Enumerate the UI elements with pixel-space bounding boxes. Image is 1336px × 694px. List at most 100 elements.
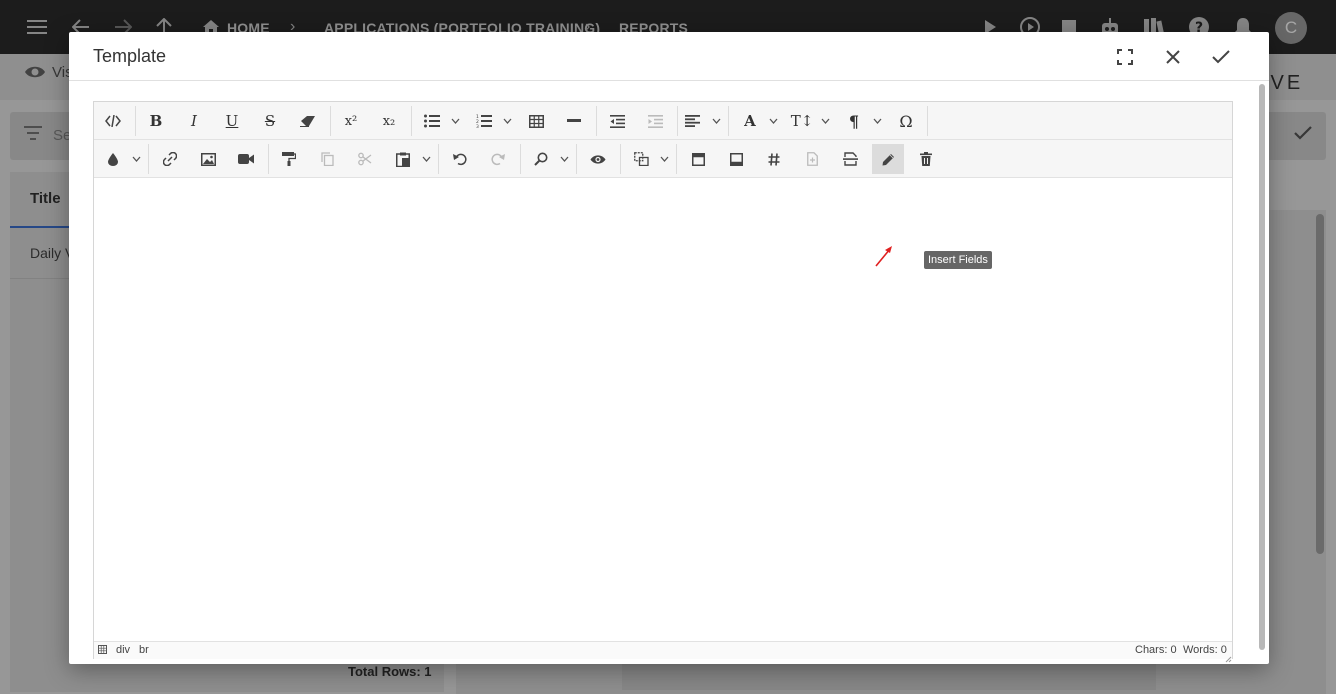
trash-icon: [920, 152, 932, 166]
redo-icon: [491, 153, 505, 166]
dialog-scrollbar[interactable]: [1259, 84, 1265, 650]
subscript-button[interactable]: x₂: [373, 106, 405, 136]
toolbar-separator: [676, 144, 677, 174]
eraser-icon: [300, 116, 315, 127]
toolbar-separator: [576, 144, 577, 174]
delete-button[interactable]: [910, 144, 942, 174]
chevron-down-icon[interactable]: [449, 112, 461, 130]
char-count: Chars: 0: [1135, 644, 1177, 656]
undo-icon: [453, 153, 467, 166]
select-all-button[interactable]: [625, 144, 657, 174]
toolbar-separator: [520, 144, 521, 174]
eye-icon: [590, 154, 606, 164]
page-break-button[interactable]: [834, 144, 866, 174]
chevron-down-icon[interactable]: [558, 150, 570, 168]
chevron-down-icon[interactable]: [767, 112, 779, 130]
bullet-list-button[interactable]: [416, 106, 448, 136]
toolbar-separator: [330, 106, 331, 136]
image-icon: [200, 152, 216, 166]
find-button[interactable]: [525, 144, 557, 174]
template-dialog: Template B I U S x² x₂ 1 2 3 A T↕ ¶ Ω di…: [69, 32, 1269, 664]
copy-button[interactable]: [311, 144, 343, 174]
code-view-button[interactable]: [97, 106, 129, 136]
insert-document-button[interactable]: [796, 144, 828, 174]
hashtag-icon: [768, 152, 780, 166]
horizontal-rule-icon: [567, 119, 581, 122]
toolbar-separator: [620, 144, 621, 174]
color-button[interactable]: [97, 144, 129, 174]
font-button[interactable]: A: [734, 106, 766, 136]
page-header-icon: [691, 152, 705, 166]
link-button[interactable]: [154, 144, 186, 174]
strikethrough-button[interactable]: S: [254, 106, 286, 136]
redo-button[interactable]: [482, 144, 514, 174]
toolbar-separator: [596, 106, 597, 136]
code-icon: [105, 115, 121, 127]
editor-statusbar: div br Chars: 0 Words: 0: [94, 641, 1232, 659]
editor-content-area[interactable]: [94, 179, 1232, 641]
footer-button[interactable]: [720, 144, 752, 174]
underline-button[interactable]: U: [216, 106, 248, 136]
horizontal-rule-button[interactable]: [558, 106, 590, 136]
bold-button[interactable]: B: [140, 106, 172, 136]
undo-button[interactable]: [444, 144, 476, 174]
header-button[interactable]: [682, 144, 714, 174]
preview-button[interactable]: [582, 144, 614, 174]
element-path-div[interactable]: div: [116, 644, 130, 656]
rich-text-editor: B I U S x² x₂ 123 A T↕ ¶ Ω div br Chars:…: [93, 101, 1233, 663]
element-path-br[interactable]: br: [139, 644, 149, 656]
chevron-down-icon[interactable]: [819, 112, 831, 130]
table-button[interactable]: [520, 106, 552, 136]
outdent-icon: [609, 114, 625, 128]
paste-button[interactable]: [387, 144, 419, 174]
italic-button[interactable]: I: [178, 106, 210, 136]
close-icon[interactable]: [1160, 44, 1186, 70]
table-icon: [528, 114, 544, 128]
numbered-list-icon: 123: [476, 114, 492, 128]
superscript-button[interactable]: x²: [335, 106, 367, 136]
chevron-down-icon[interactable]: [658, 150, 670, 168]
special-characters-button[interactable]: Ω: [890, 106, 922, 136]
insert-fields-tooltip: Insert Fields: [924, 251, 992, 269]
toolbar-separator: [411, 106, 412, 136]
indent-button[interactable]: [639, 106, 671, 136]
cut-button[interactable]: [349, 144, 381, 174]
annotation-arrow-icon: [874, 242, 896, 273]
toolbar-separator: [728, 106, 729, 136]
align-left-icon: [684, 115, 700, 127]
fullscreen-icon[interactable]: [1112, 44, 1138, 70]
align-button[interactable]: [676, 106, 708, 136]
resize-handle-icon[interactable]: [1224, 650, 1232, 663]
scissors-icon: [358, 152, 372, 166]
word-count: Words: 0: [1183, 644, 1227, 656]
page-footer-icon: [729, 152, 743, 166]
font-size-button[interactable]: T↕: [786, 106, 818, 136]
search-icon: [534, 152, 548, 166]
chevron-down-icon[interactable]: [710, 112, 722, 130]
confirm-check-icon[interactable]: [1208, 44, 1234, 70]
copy-icon: [320, 152, 334, 166]
grid-icon[interactable]: [98, 645, 107, 657]
video-button[interactable]: [230, 144, 262, 174]
toolbar-row-1: B I U S x² x₂ 123 A T↕ ¶ Ω: [94, 102, 1232, 140]
page-break-icon: [842, 152, 858, 166]
format-painter-button[interactable]: [273, 144, 305, 174]
toolbar-separator: [148, 144, 149, 174]
droplet-icon: [108, 152, 118, 166]
chevron-down-icon[interactable]: [420, 150, 432, 168]
clear-format-button[interactable]: [292, 106, 324, 136]
chevron-down-icon[interactable]: [501, 112, 513, 130]
chevron-down-icon[interactable]: [871, 112, 883, 130]
paragraph-button[interactable]: ¶: [838, 106, 870, 136]
bullet-list-icon: [424, 114, 440, 128]
outdent-button[interactable]: [601, 106, 633, 136]
page-number-button[interactable]: [758, 144, 790, 174]
video-camera-icon: [238, 154, 254, 164]
insert-fields-button[interactable]: [872, 144, 904, 174]
numbered-list-button[interactable]: 123: [468, 106, 500, 136]
image-button[interactable]: [192, 144, 224, 174]
chevron-down-icon[interactable]: [130, 150, 142, 168]
toolbar-separator: [135, 106, 136, 136]
pencil-icon: [882, 153, 894, 165]
clipboard-icon: [396, 152, 410, 167]
